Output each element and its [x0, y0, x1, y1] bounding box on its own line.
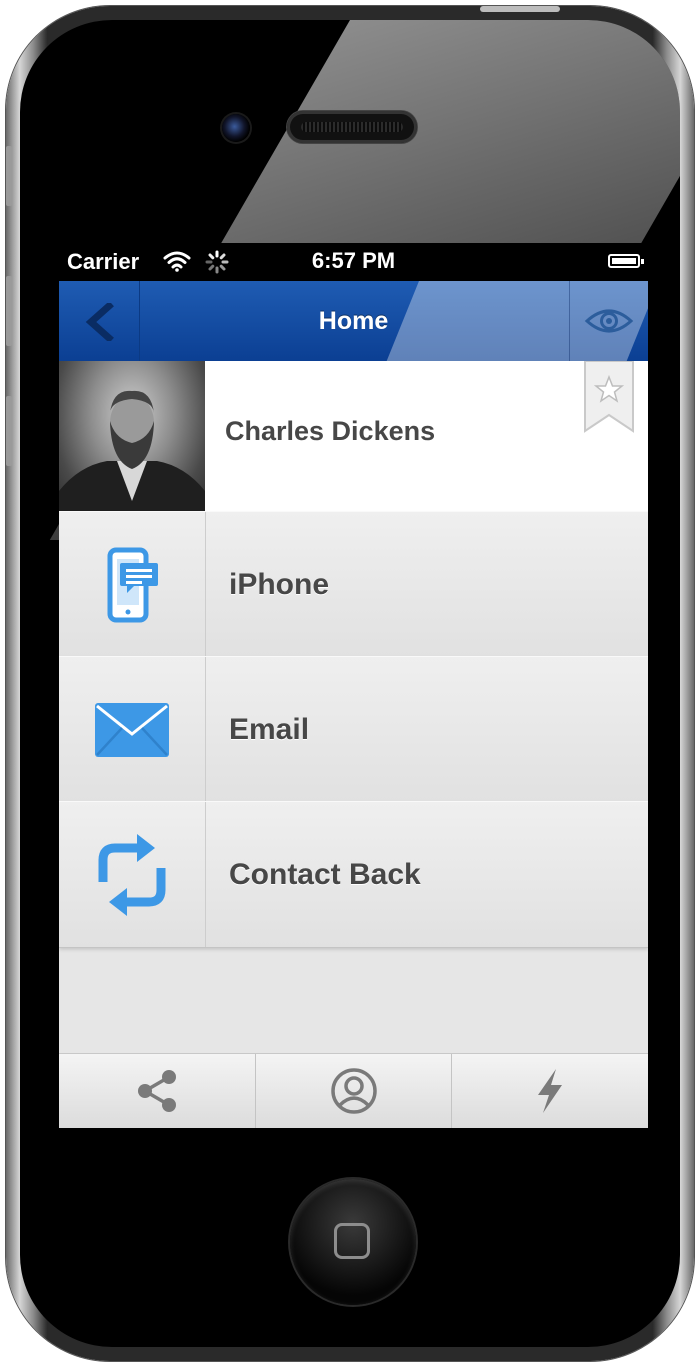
lightning-icon	[538, 1069, 563, 1113]
tab-share[interactable]	[59, 1054, 256, 1128]
profile-icon	[330, 1068, 377, 1114]
row-icon-cell	[59, 802, 206, 947]
row-label: iPhone	[229, 568, 330, 601]
app-screen: Carrier 6:57 PM Home Charles Dickens iPh…	[59, 243, 648, 1128]
status-bar: Carrier 6:57 PM	[59, 243, 648, 281]
front-camera	[222, 114, 250, 142]
tab-actions[interactable]	[452, 1054, 648, 1128]
row-label: Email	[229, 713, 310, 746]
eye-icon	[584, 309, 634, 333]
status-time: 6:57 PM	[311, 248, 396, 273]
favorite-bookmark[interactable]	[584, 360, 634, 438]
home-button[interactable]	[290, 1179, 416, 1305]
power-button	[480, 6, 560, 12]
list-item-email[interactable]: Email	[59, 656, 648, 803]
share-icon	[137, 1070, 176, 1112]
page-title: Home	[318, 307, 389, 335]
star-bookmark-icon	[584, 360, 634, 433]
tab-profile[interactable]	[256, 1054, 453, 1128]
volume-down-button	[6, 396, 12, 466]
eye-button[interactable]	[569, 281, 648, 361]
row-icon-cell	[59, 512, 206, 657]
envelope-icon	[95, 702, 169, 757]
refresh-arrows-icon	[98, 833, 166, 916]
tab-bar	[59, 1053, 648, 1128]
portrait-image	[59, 390, 205, 511]
volume-up-button	[6, 276, 12, 346]
battery-icon	[608, 254, 644, 268]
earpiece-speaker	[287, 111, 417, 143]
list-item-contact-back[interactable]: Contact Back	[59, 801, 648, 948]
phone-message-icon	[107, 547, 158, 622]
mute-switch	[6, 146, 12, 206]
avatar	[59, 361, 205, 511]
profile-header: Charles Dickens	[59, 360, 648, 511]
row-icon-cell	[59, 657, 206, 802]
contact-name: Charles Dickens	[225, 416, 436, 446]
navigation-bar: Home	[59, 281, 648, 362]
home-button-square-icon	[334, 1223, 370, 1259]
row-label: Contact Back	[229, 858, 421, 891]
list-item-iphone[interactable]: iPhone	[59, 511, 648, 658]
